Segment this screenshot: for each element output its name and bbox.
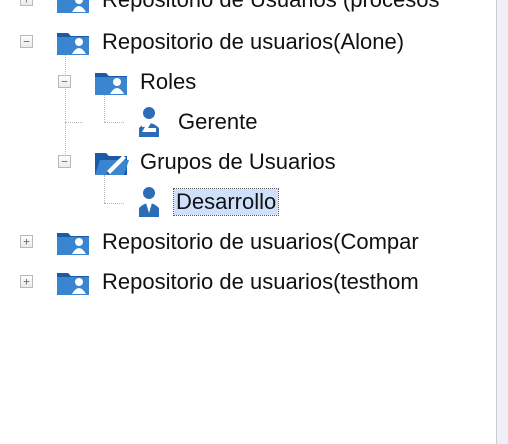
folder-open-pencil-icon (95, 153, 129, 175)
tree-node-desarrollo[interactable]: Desarrollo (0, 182, 496, 222)
folder-users-icon (95, 73, 127, 95)
tree-node-label-selected[interactable]: Desarrollo (172, 188, 280, 216)
tree-node-label[interactable]: Repositorio de usuarios(Compar (100, 229, 421, 255)
folder-users-icon (57, 33, 89, 55)
collapse-toggle-icon[interactable]: − (20, 35, 33, 48)
folder-users-icon (57, 273, 89, 295)
tree-node-label[interactable]: Grupos de Usuarios (138, 149, 338, 175)
panel-splitter[interactable] (496, 0, 508, 444)
collapse-toggle-icon[interactable]: − (58, 155, 71, 168)
role-user-icon (139, 107, 159, 137)
tree-node-grupos-de-usuarios[interactable]: − Grupos de Usuarios (0, 142, 496, 182)
tree-node-gerente[interactable]: Gerente (0, 102, 496, 142)
user-icon (139, 187, 159, 217)
tree-node-label[interactable]: Roles (138, 69, 198, 95)
tree-node-label[interactable]: Repositorio de Usuarios (procesos (100, 0, 442, 13)
folder-users-icon (57, 233, 89, 255)
expand-toggle-icon[interactable]: + (20, 275, 33, 288)
expand-toggle-icon[interactable]: + (20, 0, 33, 6)
folder-users-icon (57, 0, 89, 13)
repository-tree: + Repositorio de Usuarios (procesos − Re… (0, 0, 496, 444)
tree-node-repositorio-testhom[interactable]: + Repositorio de usuarios(testhom (0, 262, 496, 302)
collapse-toggle-icon[interactable]: − (58, 75, 71, 88)
expand-toggle-icon[interactable]: + (20, 235, 33, 248)
tree-node-repositorio-procesos[interactable]: + Repositorio de Usuarios (procesos (0, 0, 496, 20)
tree-node-repositorio-compartido[interactable]: + Repositorio de usuarios(Compar (0, 222, 496, 262)
tree-node-repositorio-alone[interactable]: − Repositorio de usuarios(Alone) (0, 22, 496, 62)
tree-node-label[interactable]: Repositorio de usuarios(testhom (100, 269, 421, 295)
tree-node-label[interactable]: Gerente (176, 109, 260, 135)
tree-node-roles[interactable]: − Roles (0, 62, 496, 102)
tree-node-label[interactable]: Repositorio de usuarios(Alone) (100, 29, 406, 55)
